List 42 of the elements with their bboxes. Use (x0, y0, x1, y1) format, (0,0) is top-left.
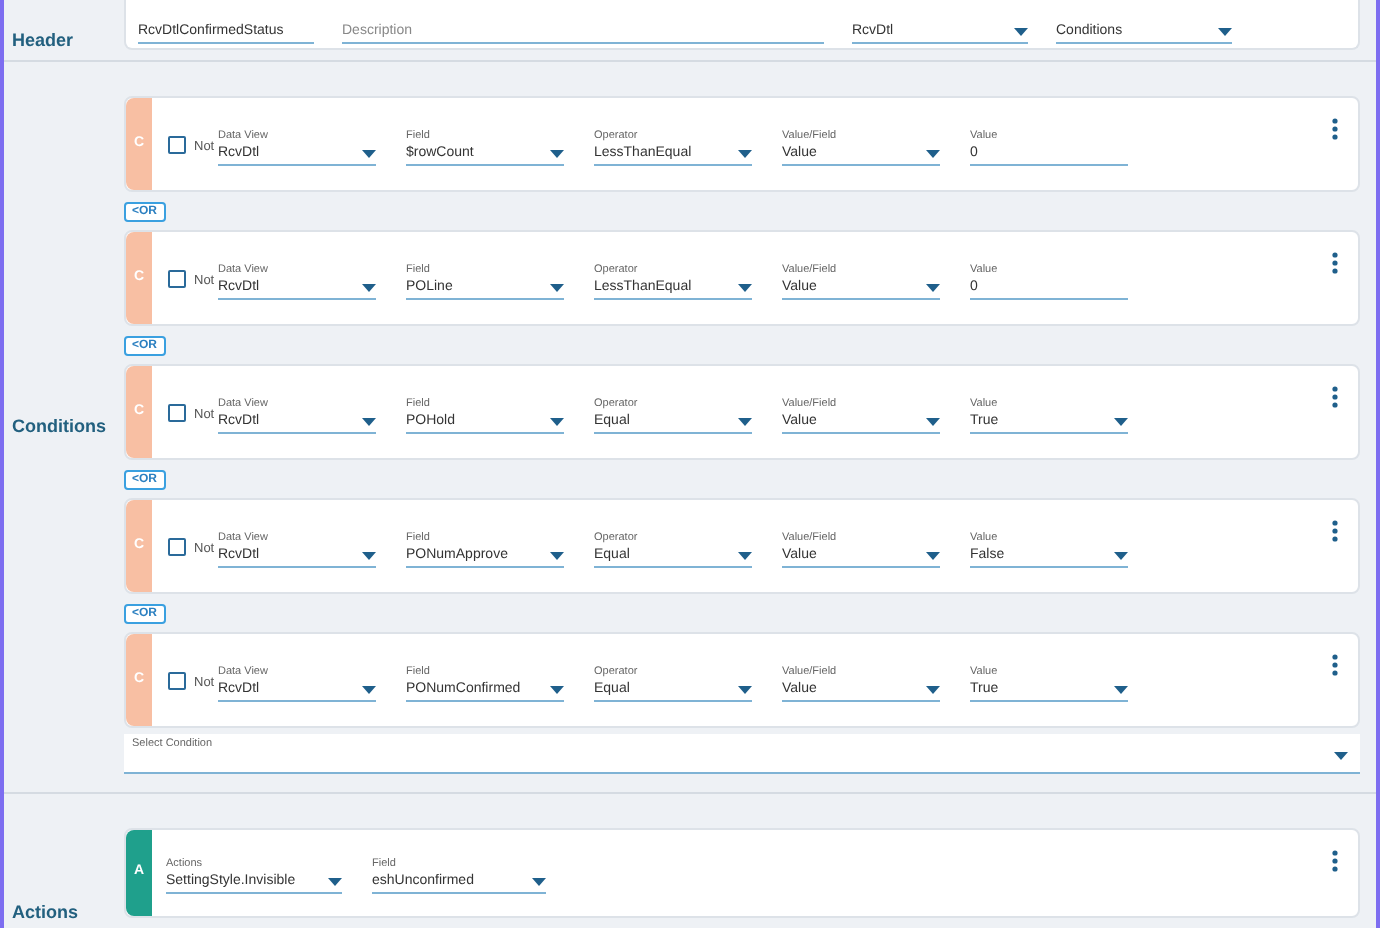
caret-icon (550, 417, 564, 425)
caret-icon (926, 685, 940, 693)
caret-icon (550, 685, 564, 693)
caret-icon (738, 283, 752, 291)
section-title: Actions (12, 899, 79, 925)
caret-icon (362, 149, 376, 157)
caret-icon (328, 877, 342, 885)
not-checkbox[interactable] (168, 672, 186, 690)
caret-icon (1014, 27, 1028, 35)
caret-icon (362, 551, 376, 559)
caret-icon (1114, 417, 1128, 425)
caret-icon (1334, 752, 1348, 760)
caret-icon (738, 685, 752, 693)
not-checkbox[interactable] (168, 404, 186, 422)
caret-icon (1114, 685, 1128, 693)
not-checkbox[interactable] (168, 538, 186, 556)
caret-icon (550, 551, 564, 559)
caret-icon (926, 551, 940, 559)
caret-icon (362, 283, 376, 291)
caret-icon (738, 149, 752, 157)
caret-icon (926, 417, 940, 425)
caret-icon (362, 417, 376, 425)
more-options-icon[interactable] (1332, 520, 1338, 542)
caret-icon (550, 283, 564, 291)
caret-icon (926, 149, 940, 157)
not-checkbox[interactable] (168, 136, 186, 154)
caret-icon (550, 149, 564, 157)
caret-icon (926, 283, 940, 291)
more-options-icon[interactable] (1332, 386, 1338, 408)
caret-icon (1114, 551, 1128, 559)
caret-icon (738, 417, 752, 425)
more-options-icon[interactable] (1332, 654, 1338, 676)
caret-icon (1218, 27, 1232, 35)
not-checkbox[interactable] (168, 270, 186, 288)
more-options-icon[interactable] (1332, 252, 1338, 274)
caret-icon (362, 685, 376, 693)
more-options-icon[interactable] (1332, 118, 1338, 140)
section-title: Conditions (12, 413, 106, 440)
more-options-icon[interactable] (1332, 850, 1338, 872)
caret-icon (532, 877, 546, 885)
section-title: Header (12, 30, 74, 50)
caret-icon (738, 551, 752, 559)
